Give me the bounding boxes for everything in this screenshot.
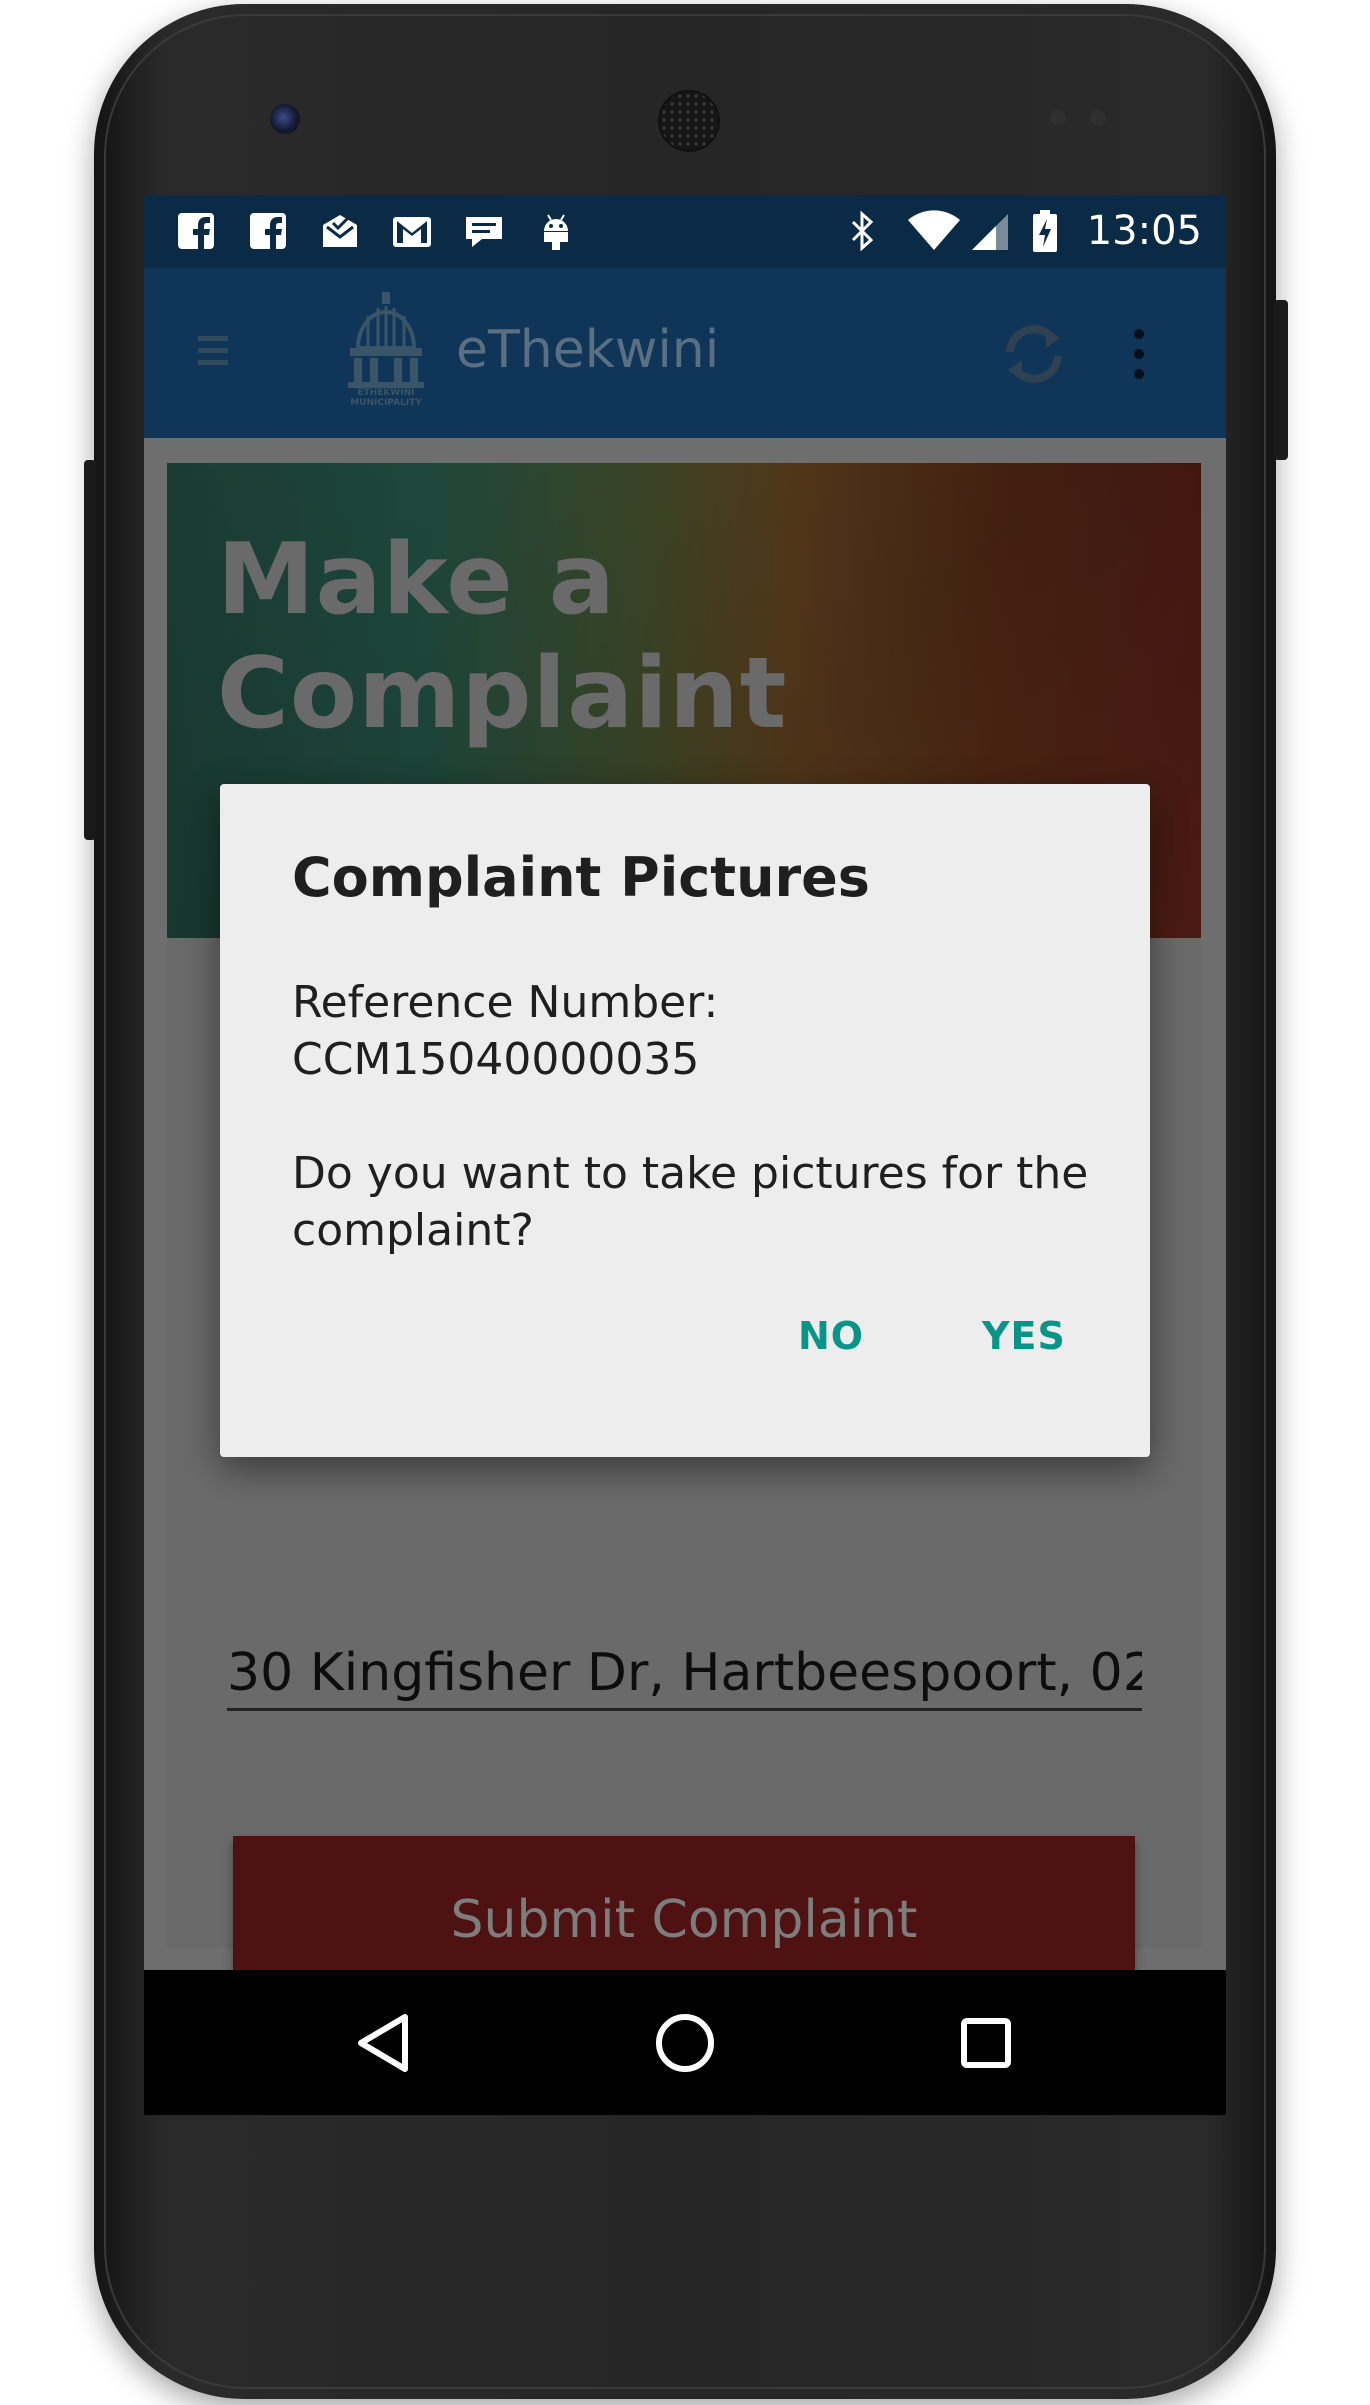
dialog-question: Do you want to take pictures for the com… xyxy=(292,1148,1089,1256)
front-camera xyxy=(270,104,300,134)
home-icon[interactable] xyxy=(645,2003,725,2083)
volume-button xyxy=(84,460,96,840)
status-bar: 13:05 xyxy=(144,195,1226,268)
address-input[interactable]: 30 Kingfisher Dr, Hartbeespoort, 0216, xyxy=(227,1638,1142,1711)
proximity-sensor xyxy=(1050,110,1066,126)
municipality-logo: ETHEKWINI MUNICIPALITY xyxy=(338,288,434,408)
reference-number: CCM15040000035 xyxy=(292,1034,700,1085)
app-title: eThekwini xyxy=(456,320,720,380)
more-vert-icon[interactable] xyxy=(1124,326,1154,382)
dialog-title: Complaint Pictures xyxy=(292,846,870,909)
facebook-icon xyxy=(246,209,290,253)
recents-icon[interactable] xyxy=(946,2003,1026,2083)
yes-button[interactable]: YES xyxy=(982,1314,1066,1358)
dialog-message: Reference Number: CCM15040000035 Do you … xyxy=(292,974,1092,1259)
address-value: 30 Kingfisher Dr, Hartbeespoort, 0216, xyxy=(227,1643,1142,1703)
gmail-icon xyxy=(390,209,434,253)
power-button xyxy=(1274,300,1288,460)
wifi-icon xyxy=(906,209,962,253)
complaint-pictures-dialog: Complaint Pictures Reference Number: CCM… xyxy=(220,784,1150,1457)
navigation-bar xyxy=(144,1970,1226,2115)
menu-icon[interactable] xyxy=(194,326,234,376)
refresh-icon[interactable] xyxy=(996,316,1072,392)
signal-icon xyxy=(968,209,1012,253)
inbox-icon xyxy=(318,209,362,253)
logo-text: ETHEKWINI MUNICIPALITY xyxy=(350,388,422,408)
bluetooth-icon xyxy=(840,209,884,253)
battery-charging-icon xyxy=(1028,209,1062,253)
earpiece-speaker xyxy=(658,90,720,152)
status-time: 13:05 xyxy=(1086,208,1202,254)
reference-label: Reference Number: xyxy=(292,977,719,1028)
submit-complaint-label: Submit Complaint xyxy=(450,1890,918,1950)
chat-icon xyxy=(462,209,506,253)
no-button[interactable]: NO xyxy=(798,1314,864,1358)
back-icon[interactable] xyxy=(343,2003,423,2083)
page-title: Make a Complaint xyxy=(217,523,788,751)
android-icon xyxy=(534,209,578,253)
facebook-icon xyxy=(174,209,218,253)
app-toolbar: ETHEKWINI MUNICIPALITY eThekwini xyxy=(144,268,1226,438)
light-sensor xyxy=(1090,110,1106,126)
device-screen: 13:05 ETHEKWINI MUNICIPALITY eThekwini M… xyxy=(144,195,1226,2115)
